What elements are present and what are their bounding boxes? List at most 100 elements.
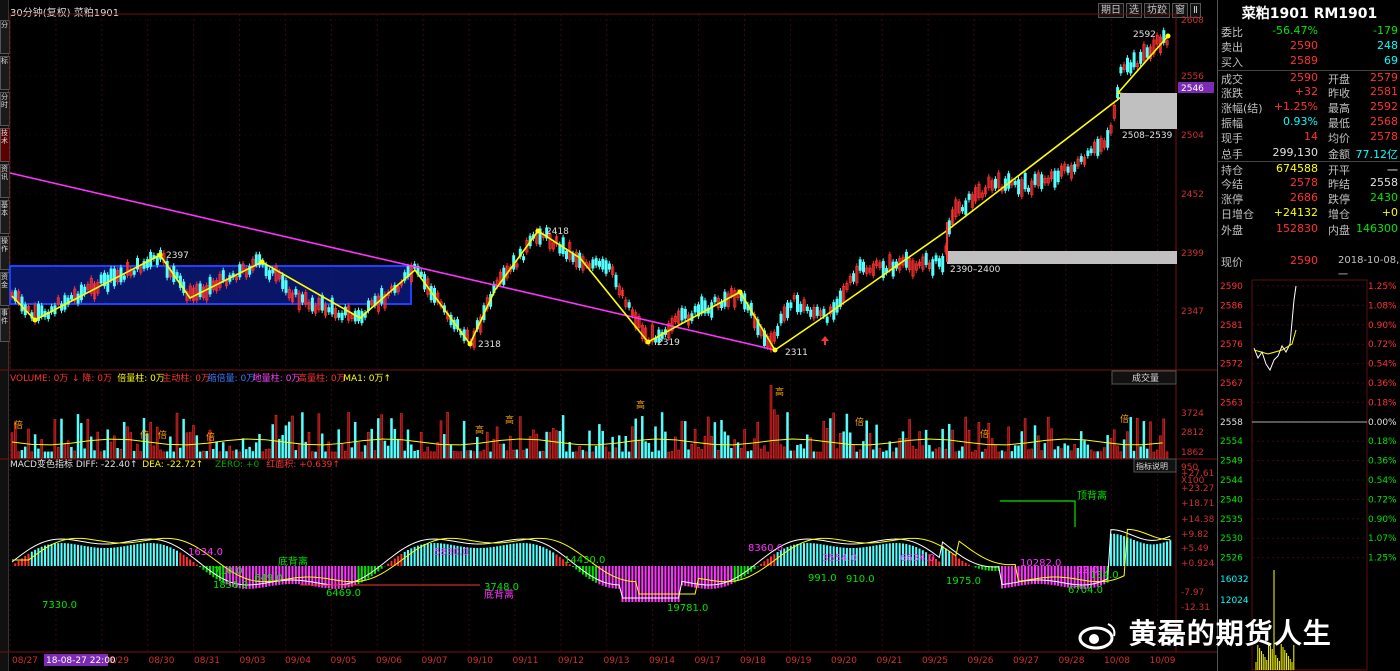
candle-body <box>994 178 998 189</box>
volume-bar <box>911 445 915 459</box>
volume-bar <box>1010 451 1014 459</box>
macd-label: 8360.0 <box>748 543 783 554</box>
macd-label: 649.0 <box>254 573 283 584</box>
intraday-mini-chart[interactable]: 2590 2586 2581 2576 2572 2567 2563 2558 2554 2549… <box>1218 270 1400 671</box>
macd-label: 910.0 <box>846 574 875 585</box>
date-label: 09/07 <box>422 656 448 666</box>
volume-bar <box>779 444 783 459</box>
volume-bar <box>20 450 24 459</box>
volume-mark: 倍 <box>140 429 149 441</box>
volume-bar <box>571 451 575 459</box>
mini-left-axis: 2530 <box>1220 534 1243 544</box>
candle-body <box>1129 62 1133 74</box>
volume-bar <box>195 435 199 459</box>
volume-bar <box>83 448 86 459</box>
candle-body <box>627 302 631 308</box>
volume-bar <box>1060 448 1063 459</box>
macd-label: 10282.0 <box>1020 558 1061 569</box>
volume-bar <box>835 448 839 459</box>
candle-body <box>964 200 968 215</box>
up-arrow-icon <box>821 336 829 345</box>
volume-bar <box>56 447 60 459</box>
volume-bar <box>819 451 822 459</box>
quote-row: 委比 -56.47% -179 <box>1218 24 1400 39</box>
zigzag-node <box>32 317 38 323</box>
macd-label: 19781.0 <box>667 603 708 614</box>
volume-bar <box>50 451 53 459</box>
candle-body <box>796 294 800 313</box>
volume-mark: 倍 <box>206 431 215 443</box>
candle-body <box>1066 166 1070 173</box>
volume-bar <box>152 445 156 459</box>
candle-body <box>337 312 341 318</box>
volume-bar <box>30 451 34 459</box>
candle-body <box>693 306 697 313</box>
candle-body <box>852 273 856 282</box>
volume-bar <box>17 451 20 459</box>
volume-bar <box>370 428 373 459</box>
candle-body <box>598 260 602 267</box>
volume-bar <box>598 424 601 459</box>
volume-bar <box>891 451 895 459</box>
quote-value-2: +0 <box>1381 206 1398 220</box>
quote-value: 299,130 <box>1272 145 1319 159</box>
quote-panel: 菜粕1901 RM1901 委比 -56.47% -179 卖出 2590 248 买入 25… <box>1217 0 1400 671</box>
volume-bar <box>1086 444 1090 459</box>
volume-button[interactable]: 成交量 <box>1132 372 1159 384</box>
macd-legend: DEA: -22.72↑ <box>142 460 203 470</box>
volume-axis-label: 2812 <box>1181 428 1204 438</box>
volume-bar <box>565 451 568 459</box>
quote-row: 涨跌 +32 昨收 2581 <box>1218 85 1400 100</box>
volume-mark: 倍 <box>14 419 23 431</box>
candle-body <box>1033 173 1037 185</box>
candle-body <box>1126 57 1130 73</box>
volume-bar <box>278 438 281 459</box>
volume-bar <box>70 446 73 459</box>
volume-bar <box>621 451 624 459</box>
volume-bar <box>479 451 482 459</box>
macd-label: 1856.0 <box>213 580 248 591</box>
mini-left-axis: 2567 <box>1220 379 1243 389</box>
volume-bar <box>396 438 400 459</box>
volume-bar <box>386 445 390 459</box>
kline-chart[interactable]: 2608 2556 2546 2504 2452 2399 2347 2397 2418 2318… <box>0 0 1217 671</box>
volume-bar <box>763 445 766 459</box>
mini-left-axis: 2544 <box>1220 476 1243 486</box>
volume-bar <box>1142 421 1146 459</box>
macd-button[interactable]: 指标说明 <box>1136 461 1168 471</box>
volume-bar <box>782 446 786 459</box>
volume-bar <box>218 451 222 459</box>
price-annotation: 2397 <box>166 251 189 261</box>
candle-body <box>1132 52 1136 68</box>
candle-body <box>1023 172 1027 190</box>
candle-body <box>815 306 819 316</box>
volume-bar <box>436 442 439 459</box>
volume-bar <box>515 449 519 459</box>
volume-bar <box>311 451 314 459</box>
candle-body <box>343 306 347 316</box>
volume-bar <box>192 425 195 459</box>
macd-label: 6634.0 <box>900 553 935 564</box>
quote-label: 总手 <box>1221 147 1243 161</box>
candle-body <box>1079 156 1083 162</box>
price-panel-frame <box>9 13 1177 371</box>
candle-body <box>825 316 829 323</box>
volume-bar <box>393 429 397 459</box>
candle-body <box>614 274 618 288</box>
top-divergence-line <box>1000 500 1076 527</box>
volume-bar <box>446 412 449 459</box>
volume-bar <box>1076 448 1080 459</box>
volume-bar <box>1089 449 1093 459</box>
volume-bar <box>875 424 878 459</box>
volume-bar <box>456 451 459 459</box>
volume-bar <box>568 442 571 459</box>
volume-bar <box>231 450 235 459</box>
volume-bar <box>730 448 733 459</box>
volume-bar <box>215 441 218 459</box>
volume-bar <box>162 451 166 459</box>
price-axis-label: 2399 <box>1181 249 1204 259</box>
candle-body <box>578 252 582 268</box>
volume-bar <box>139 451 142 459</box>
volume-bar <box>1155 449 1159 459</box>
volume-bar <box>175 412 179 459</box>
